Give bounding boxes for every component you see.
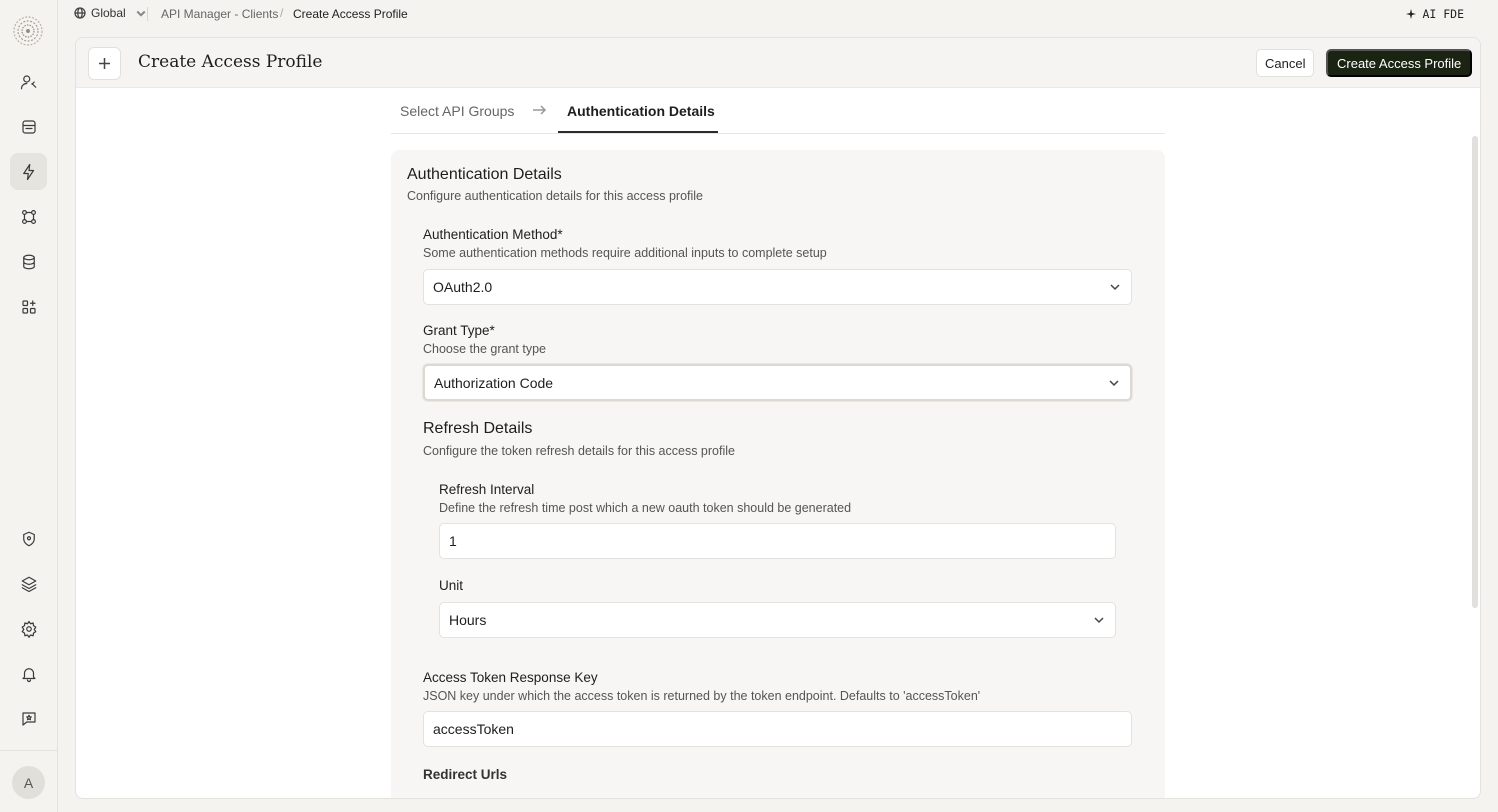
- nav-workflow-icon[interactable]: [10, 198, 47, 235]
- chevron-down-icon: [136, 10, 146, 17]
- topbar-divider: [147, 7, 148, 21]
- breadcrumb-separator: /: [280, 6, 284, 20]
- redirect-urls-label: Redirect Urls: [423, 767, 508, 782]
- section-subtitle: Configure authentication details for thi…: [407, 189, 703, 203]
- nav-database-icon[interactable]: [10, 243, 47, 280]
- refresh-interval-help: Define the refresh time post which a new…: [439, 501, 852, 515]
- auth-method-help: Some authentication methods require addi…: [423, 246, 827, 260]
- globe-icon: [74, 7, 86, 19]
- nav-api-bolt-icon[interactable]: [10, 153, 47, 190]
- tab-select-api-groups[interactable]: Select API Groups: [400, 103, 514, 119]
- arrow-right-icon: [533, 105, 547, 115]
- sidebar-divider: [0, 750, 58, 751]
- authentication-section: Authentication Details Configure authent…: [391, 150, 1165, 798]
- auth-method-value: OAuth2.0: [433, 279, 493, 295]
- refresh-interval-input[interactable]: 1: [439, 523, 1116, 559]
- refresh-section-title: Refresh Details: [423, 420, 533, 437]
- refresh-interval-label: Refresh Interval: [439, 482, 535, 497]
- sidebar: A: [0, 0, 58, 812]
- refresh-section-subtitle: Configure the token refresh details for …: [423, 444, 735, 458]
- main-content: Create Access Profile Cancel Create Acce…: [75, 37, 1481, 799]
- access-token-key-label: Access Token Response Key: [423, 670, 598, 685]
- grant-type-help: Choose the grant type: [423, 342, 546, 356]
- sparkle-icon: [1406, 9, 1417, 19]
- nav-shield-settings-icon[interactable]: [10, 520, 47, 557]
- ai-fde-button[interactable]: AI FDE: [1406, 7, 1464, 21]
- grant-type-value: Authorization Code: [434, 374, 554, 391]
- nav-settings-gear-icon[interactable]: [10, 610, 47, 647]
- cancel-button[interactable]: Cancel: [1256, 49, 1315, 77]
- plus-icon: [99, 58, 110, 69]
- create-access-profile-button[interactable]: Create Access Profile: [1326, 49, 1473, 77]
- page-title: Create Access Profile: [138, 52, 323, 72]
- access-token-key-value: accessToken: [433, 721, 514, 737]
- nav-layers-icon[interactable]: [10, 565, 47, 602]
- page-header: Create Access Profile Cancel Create Acce…: [76, 38, 1480, 88]
- scope-selector[interactable]: Global: [74, 6, 147, 20]
- unit-label: Unit: [439, 578, 464, 593]
- nav-feedback-icon[interactable]: [10, 700, 47, 737]
- refresh-interval-value: 1: [449, 533, 457, 549]
- ai-fde-label: AI FDE: [1422, 7, 1464, 21]
- nav-notifications-bell-icon[interactable]: [10, 655, 47, 692]
- section-title: Authentication Details: [407, 166, 562, 183]
- nav-apps-icon[interactable]: [10, 288, 47, 325]
- step-tabs: Select API Groups Authentication Details: [391, 88, 1165, 134]
- user-avatar[interactable]: A: [12, 766, 45, 799]
- brand-logo-icon[interactable]: [12, 15, 44, 47]
- tab-authentication-details[interactable]: Authentication Details: [567, 103, 715, 119]
- chevron-down-icon: [1109, 379, 1119, 386]
- unit-value: Hours: [449, 612, 487, 628]
- scrollbar[interactable]: [1472, 136, 1478, 608]
- scope-label: Global: [91, 6, 126, 20]
- access-token-key-input[interactable]: accessToken: [423, 711, 1132, 747]
- access-token-key-help: JSON key under which the access token is…: [423, 689, 981, 703]
- nav-inbox-icon[interactable]: [10, 108, 47, 145]
- unit-select[interactable]: Hours: [439, 602, 1116, 638]
- nav-users-icon[interactable]: [10, 63, 47, 100]
- chevron-down-icon: [1110, 284, 1120, 291]
- breadcrumb-parent[interactable]: API Manager - Clients: [161, 7, 278, 21]
- auth-method-label: Authentication Method*: [423, 227, 563, 242]
- add-button[interactable]: [88, 47, 121, 80]
- grant-type-label: Grant Type*: [423, 323, 495, 338]
- auth-method-select[interactable]: OAuth2.0: [423, 269, 1132, 305]
- grant-type-select[interactable]: Authorization Code: [423, 364, 1132, 401]
- breadcrumb-current: Create Access Profile: [293, 7, 408, 21]
- chevron-down-icon: [1094, 617, 1104, 624]
- active-tab-indicator: [558, 131, 718, 133]
- top-bar: Global API Manager - Clients / Create Ac…: [58, 0, 1498, 28]
